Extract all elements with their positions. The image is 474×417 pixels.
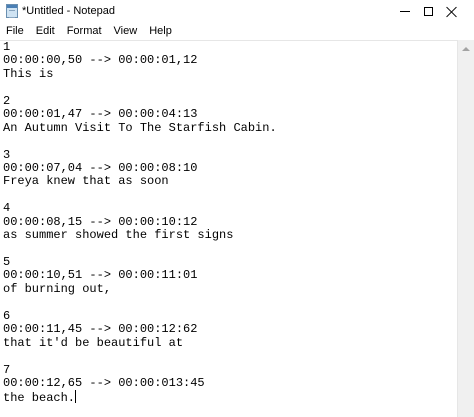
menu-file[interactable]: File <box>0 22 30 40</box>
scroll-up-button[interactable] <box>458 40 474 57</box>
menu-format[interactable]: Format <box>61 22 108 40</box>
text-line <box>3 243 277 256</box>
text-line: 00:00:08,15 --> 00:00:10:12 <box>3 214 198 229</box>
window-title: *Untitled - Notepad <box>22 5 115 17</box>
text-line: as summer showed the first signs <box>3 228 234 243</box>
menu-view[interactable]: View <box>108 22 144 40</box>
text-line <box>3 81 277 94</box>
text-line: This is <box>3 66 54 81</box>
text-line <box>3 296 277 309</box>
text-line: 00:00:12,65 --> 00:00:013:45 <box>3 375 205 390</box>
text-line: Freya knew that as soon <box>3 174 169 189</box>
text-line-last: the beach. <box>3 390 277 406</box>
text-line: 2 <box>3 93 11 108</box>
text-line: 00:00:00,50 --> 00:00:01,12 <box>3 53 198 68</box>
text-line: 00:00:01,47 --> 00:00:04:13 <box>3 107 198 122</box>
vertical-scrollbar[interactable] <box>457 40 474 417</box>
text-line <box>3 189 277 202</box>
text-line: 00:00:07,04 --> 00:00:08:10 <box>3 160 198 175</box>
text-line: 4 <box>3 201 11 216</box>
text-line: An Autumn Visit To The Starfish Cabin. <box>3 120 277 135</box>
text-line: 3 <box>3 147 11 162</box>
document-text: 1 00:00:00,50 --> 00:00:01,12 This is 2 … <box>3 40 277 406</box>
text-line: 7 <box>3 362 11 377</box>
text-line: 1 <box>3 40 11 54</box>
title-bar[interactable]: *Untitled - Notepad <box>0 0 474 22</box>
text-editor[interactable]: 1 00:00:00,50 --> 00:00:01,12 This is 2 … <box>0 40 457 417</box>
close-button[interactable] <box>428 0 474 22</box>
notepad-window: *Untitled - Notepad File Edit Format Vie… <box>0 0 474 417</box>
text-caret <box>75 390 77 404</box>
text-line: 00:00:11,45 --> 00:00:12:62 <box>3 322 198 337</box>
text-line: 00:00:10,51 --> 00:00:11:01 <box>3 268 198 283</box>
text-line <box>3 350 277 363</box>
text-line-content: the beach. <box>3 391 76 406</box>
text-line: of burning out, <box>3 281 112 296</box>
close-icon <box>446 6 457 17</box>
menu-help[interactable]: Help <box>143 22 178 40</box>
text-line <box>3 135 277 148</box>
text-line: 6 <box>3 308 11 323</box>
menu-bar: File Edit Format View Help <box>0 22 474 40</box>
chevron-up-icon <box>462 46 470 51</box>
text-line: that it'd be beautiful at <box>3 335 184 350</box>
menu-edit[interactable]: Edit <box>30 22 61 40</box>
notepad-icon[interactable] <box>6 4 18 18</box>
text-line: 5 <box>3 255 11 269</box>
